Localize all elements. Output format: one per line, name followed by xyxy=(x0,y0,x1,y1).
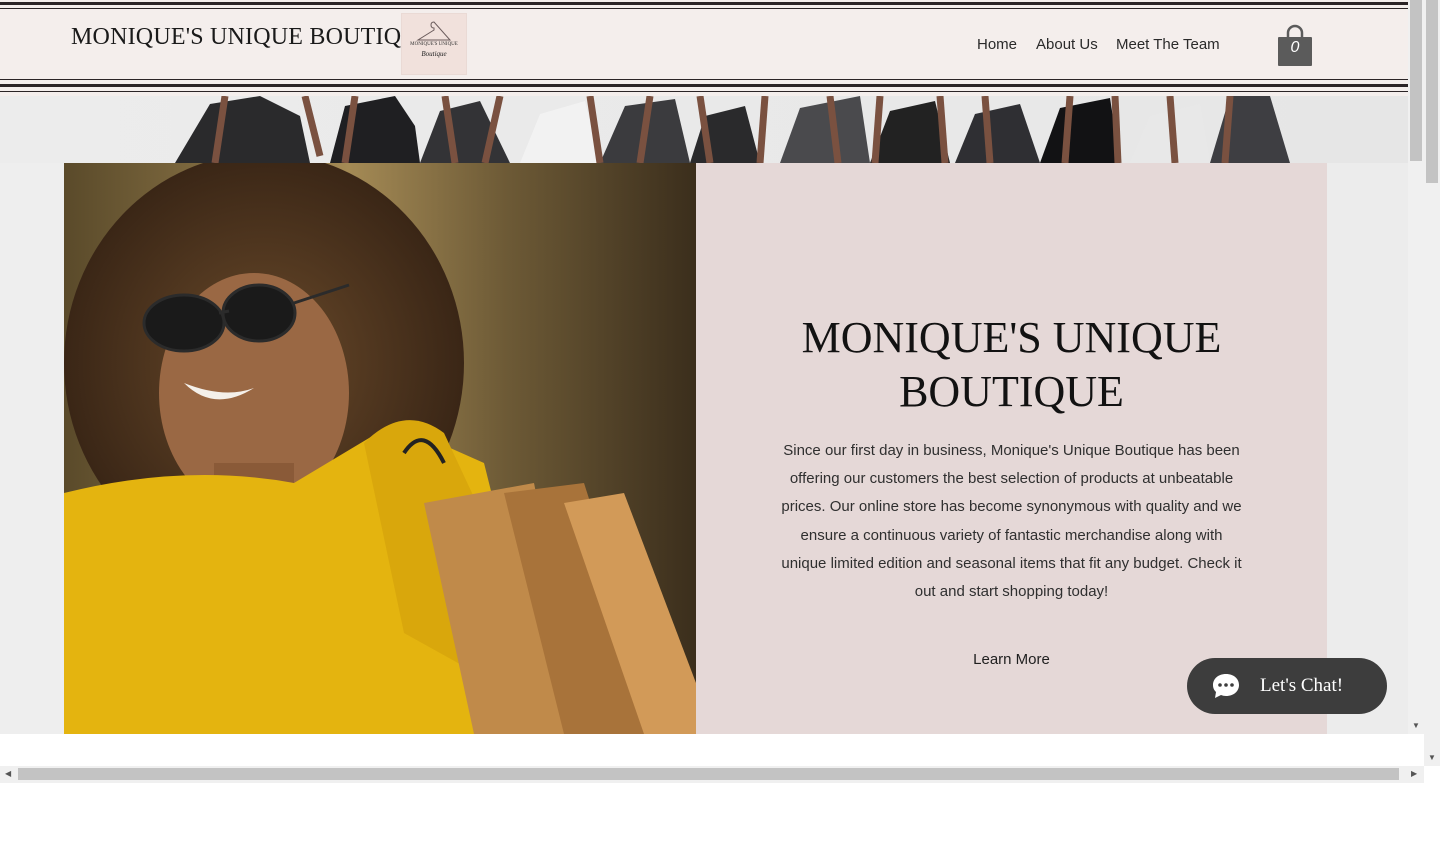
hero-photo xyxy=(64,163,696,734)
page: MONIQUE'S UNIQUE BOUTIQUE MONIQUE'S UNIQ… xyxy=(0,0,1408,734)
hero-title-line2: BOUTIQUE xyxy=(899,367,1124,416)
chat-button[interactable]: Let's Chat! xyxy=(1187,658,1387,714)
header-bottom-rule xyxy=(0,84,1408,87)
cart-count: 0 xyxy=(1290,39,1300,56)
hero-title: MONIQUE'S UNIQUE BOUTIQUE xyxy=(696,311,1327,419)
scroll-right-icon[interactable]: ▶ xyxy=(1411,770,1417,778)
boutique-logo[interactable]: MONIQUE'S UNIQUE Boutique xyxy=(401,13,467,75)
header-top-rule-thin xyxy=(0,8,1408,9)
scroll-left-icon[interactable]: ◀ xyxy=(5,770,11,778)
nav-home[interactable]: Home xyxy=(977,36,1017,53)
chat-label: Let's Chat! xyxy=(1260,675,1344,696)
logo-line1: MONIQUE'S UNIQUE xyxy=(410,42,458,47)
clothing-rack-banner xyxy=(0,96,1408,163)
outer-vertical-scroll-thumb[interactable] xyxy=(1426,0,1438,183)
cart-button[interactable]: 0 xyxy=(1278,24,1312,66)
clothing-rack-image xyxy=(0,96,1408,163)
header-top-rule xyxy=(0,2,1408,5)
inner-scroll-down-icon[interactable]: ▼ xyxy=(1412,722,1420,730)
header-bottom-rule-2 xyxy=(0,91,1408,92)
inner-vertical-scroll-thumb[interactable] xyxy=(1410,0,1422,161)
horizontal-scroll-thumb[interactable] xyxy=(18,768,1399,780)
hero-title-line1: MONIQUE'S UNIQUE xyxy=(801,313,1222,362)
logo-line2: Boutique xyxy=(421,50,447,58)
outer-vertical-scrollbar[interactable]: ▼ xyxy=(1424,0,1440,766)
woman-with-shopping-bags-image xyxy=(64,163,696,734)
nav-about-us[interactable]: About Us xyxy=(1036,36,1098,53)
site-header: MONIQUE'S UNIQUE BOUTIQUE MONIQUE'S UNIQ… xyxy=(0,0,1408,96)
inner-vertical-scrollbar[interactable]: ▼ xyxy=(1408,0,1424,734)
outer-scroll-down-icon[interactable]: ▼ xyxy=(1428,754,1436,762)
chat-bubble-icon xyxy=(1213,674,1239,698)
hero-description: Since our first day in business, Monique… xyxy=(781,442,1242,601)
header-bottom-rule-thin xyxy=(0,79,1408,80)
site-title[interactable]: MONIQUE'S UNIQUE BOUTIQUE xyxy=(71,24,434,51)
nav-meet-the-team[interactable]: Meet The Team xyxy=(1116,36,1220,53)
horizontal-scrollbar[interactable]: ◀ ▶ xyxy=(0,766,1424,783)
hero-panel: MONIQUE'S UNIQUE BOUTIQUE Since our firs… xyxy=(696,163,1327,734)
